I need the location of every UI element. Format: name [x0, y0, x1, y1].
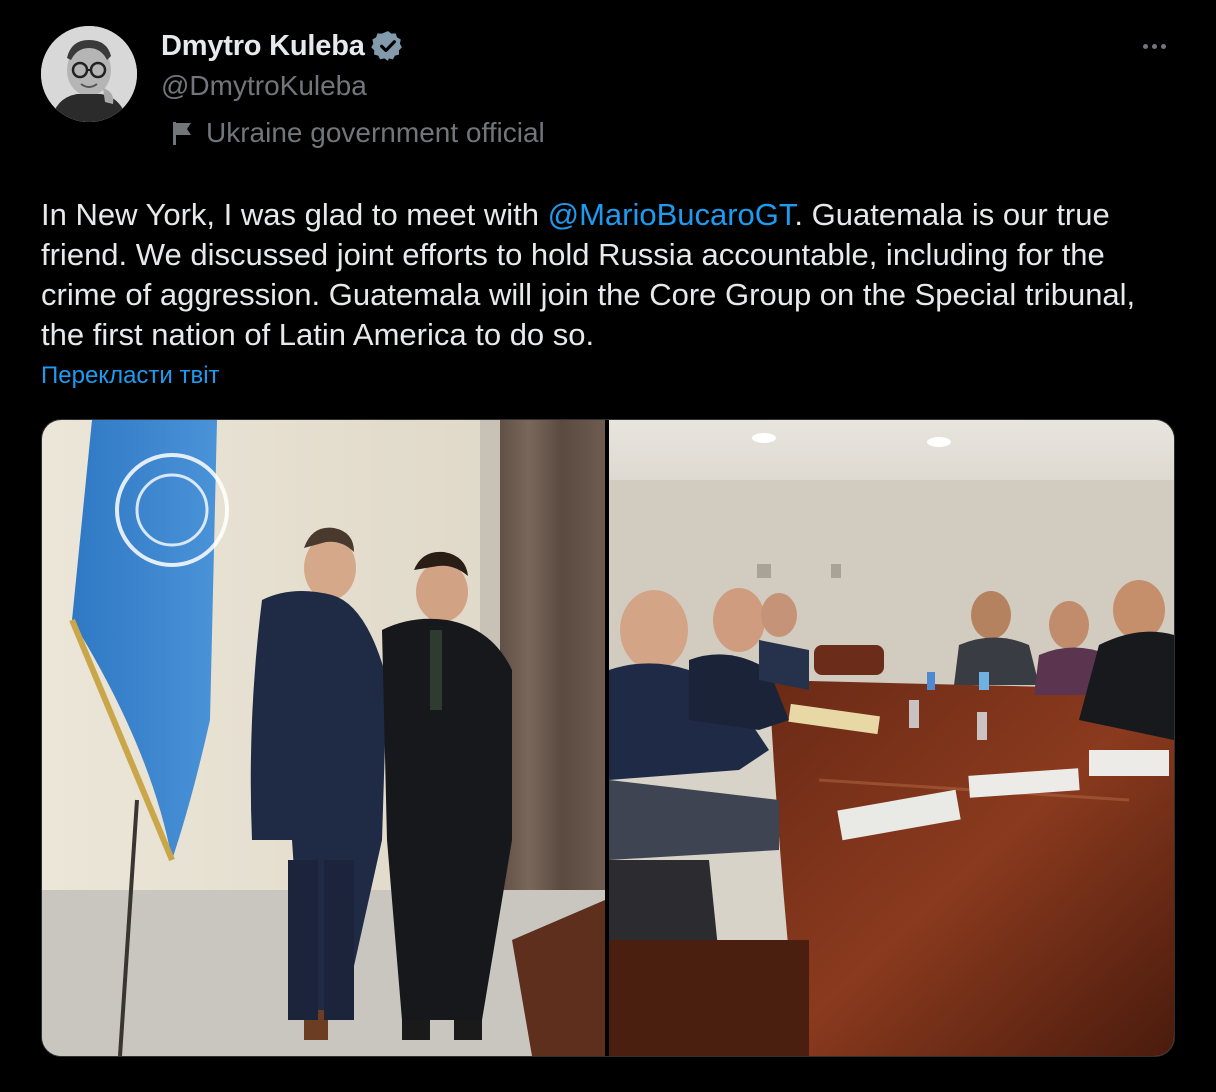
photo-meeting-table[interactable]: [609, 420, 1174, 1056]
photo-handshake-un-flag[interactable]: [42, 420, 605, 1056]
avatar[interactable]: [41, 26, 137, 122]
verified-badge-icon[interactable]: [370, 29, 405, 63]
more-options-button[interactable]: [1132, 32, 1176, 60]
author-name-row: Dmytro Kuleba: [161, 30, 405, 62]
author-display-name[interactable]: Dmytro Kuleba: [161, 30, 365, 63]
affiliation-text: Ukraine government official: [206, 117, 545, 148]
government-flag-icon: [170, 119, 196, 147]
more-horizontal-icon: [1142, 43, 1148, 49]
tweet-text: In New York, I was glad to meet with @Ma…: [41, 195, 1181, 355]
media-grid: [41, 419, 1175, 1057]
tweet-text-part-1: In New York, I was glad to meet with: [41, 197, 548, 232]
tweet-card: Dmytro Kuleba @DmytroKuleba Ukraine gove…: [0, 0, 1216, 1092]
affiliation-label: Ukraine government official: [170, 117, 545, 149]
mention-link[interactable]: @MarioBucaroGT: [548, 197, 795, 232]
author-handle[interactable]: @DmytroKuleba: [161, 70, 367, 102]
translate-tweet-link[interactable]: Перекласти твіт: [41, 362, 220, 390]
